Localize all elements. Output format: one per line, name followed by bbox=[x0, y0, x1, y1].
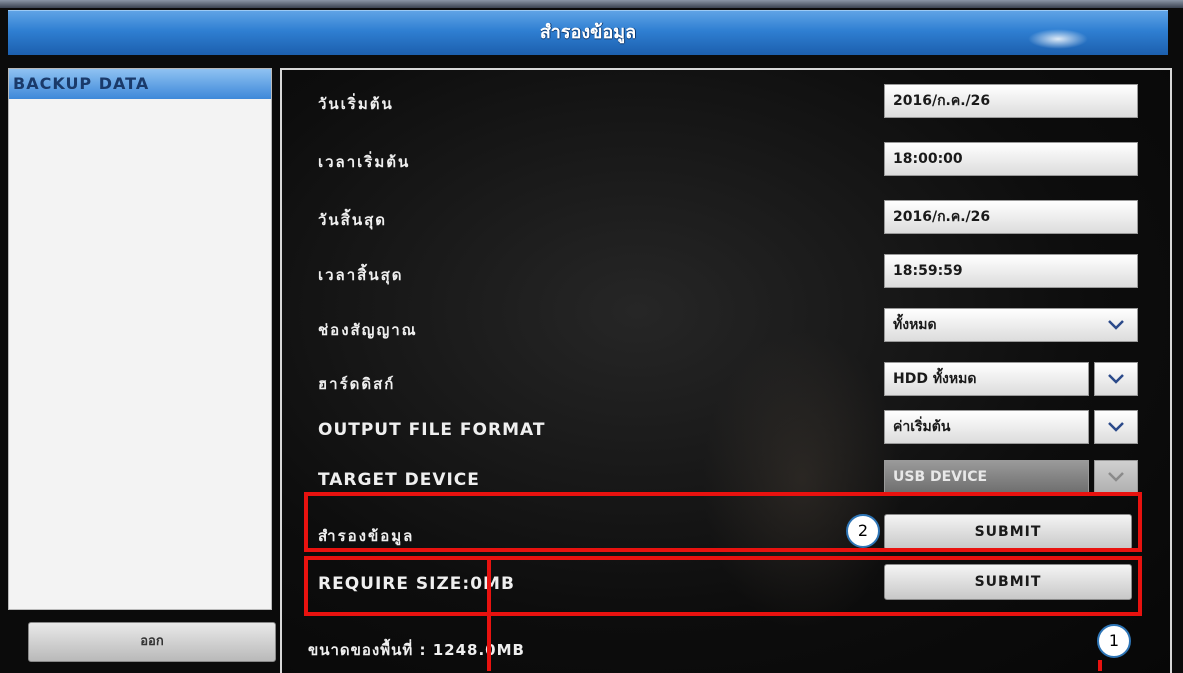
start-time-label: เวลาเริ่มต้น bbox=[318, 153, 411, 171]
sidebar: BACKUP DATA bbox=[8, 68, 272, 610]
end-date-field[interactable]: 2016/ก.ค./26 bbox=[884, 200, 1138, 234]
chevron-down-icon bbox=[1095, 309, 1135, 341]
chevron-down-icon bbox=[1108, 374, 1124, 384]
output-format-select[interactable]: ค่าเริ่มต้น bbox=[884, 410, 1089, 444]
chevron-down-icon bbox=[1108, 472, 1124, 482]
target-device-label: TARGET DEVICE bbox=[318, 470, 480, 490]
annotation-line-right bbox=[1098, 660, 1102, 671]
annotation-badge-1: 1 bbox=[1097, 624, 1131, 658]
chevron-down-icon bbox=[1108, 422, 1124, 432]
start-date-label: วันเริ่มต้น bbox=[318, 95, 394, 113]
exit-button[interactable]: ออก bbox=[28, 622, 276, 662]
output-format-label: OUTPUT FILE FORMAT bbox=[318, 420, 546, 440]
window-title: สำรองข้อมูล bbox=[539, 22, 637, 43]
channel-select-value: ทั้งหมด bbox=[893, 317, 937, 333]
start-date-field[interactable]: 2016/ก.ค./26 bbox=[884, 84, 1138, 118]
annotation-badge-2: 2 bbox=[846, 514, 880, 548]
hdd-dropdown-button[interactable] bbox=[1094, 362, 1138, 396]
channel-select[interactable]: ทั้งหมด bbox=[884, 308, 1138, 342]
sidebar-item-backup-data[interactable]: BACKUP DATA bbox=[9, 69, 271, 99]
annotation-highlight-size-row bbox=[304, 556, 1142, 616]
end-time-field[interactable]: 18:59:59 bbox=[884, 254, 1138, 288]
top-frame-bar bbox=[0, 0, 1183, 8]
target-device-select[interactable]: USB DEVICE bbox=[884, 460, 1089, 494]
annotation-line-left bbox=[487, 560, 491, 671]
hdd-label: ฮาร์ดดิสก์ bbox=[318, 375, 396, 393]
end-date-label: วันสิ้นสุด bbox=[318, 211, 387, 229]
annotation-highlight-backup-row bbox=[304, 492, 1142, 552]
hdd-select[interactable]: HDD ทั้งหมด bbox=[884, 362, 1089, 396]
target-device-dropdown-button[interactable] bbox=[1094, 460, 1138, 494]
end-time-label: เวลาสิ้นสุด bbox=[318, 266, 404, 284]
output-format-dropdown-button[interactable] bbox=[1094, 410, 1138, 444]
channel-label: ช่องสัญญาณ bbox=[318, 321, 418, 339]
title-glare bbox=[1028, 29, 1088, 49]
start-time-field[interactable]: 18:00:00 bbox=[884, 142, 1138, 176]
window-title-bar: สำรองข้อมูล bbox=[8, 10, 1168, 55]
storage-size-label: ขนาดของพื้นที่ : 1248.0MB bbox=[308, 641, 525, 659]
